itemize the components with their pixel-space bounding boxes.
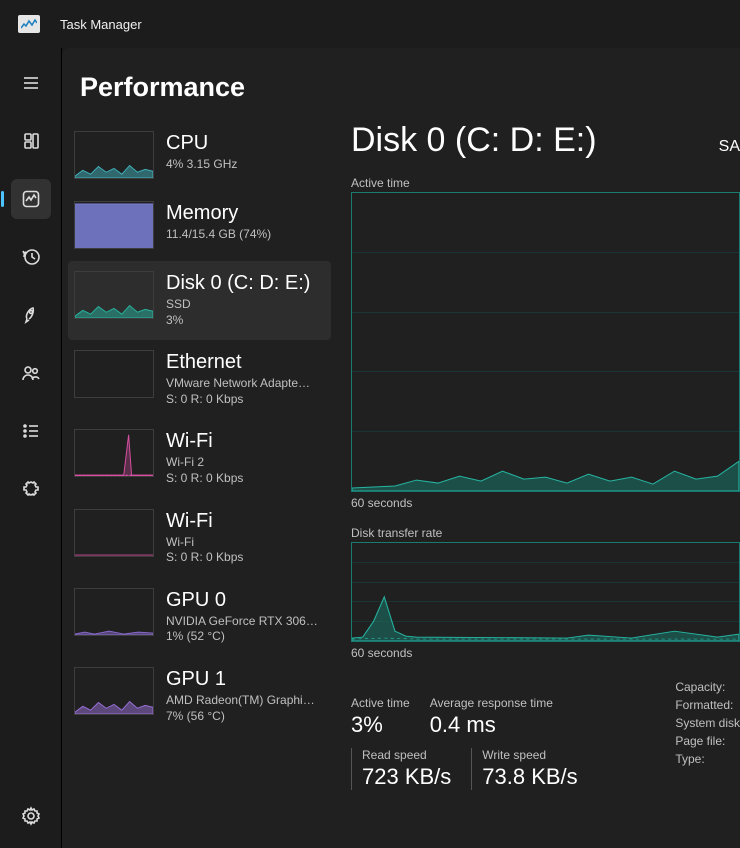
- hamburger-menu-button[interactable]: [11, 63, 51, 103]
- perf-item-sub2: S: 0 R: 0 Kbps: [166, 392, 310, 408]
- chart2-label: Disk transfer rate: [351, 526, 740, 540]
- metric-label: Write speed: [482, 748, 577, 762]
- mini-chart: [74, 588, 154, 636]
- detail-title: Disk 0 (C: D: E:): [351, 121, 597, 160]
- perf-item[interactable]: CPU 4% 3.15 GHz: [68, 121, 331, 191]
- metric: Average response time 0.4 ms: [430, 696, 553, 738]
- content-area: Performance CPU 4% 3.15 GHz Memory 11.4/…: [62, 48, 740, 848]
- detail-panel: Disk 0 (C: D: E:) SA Active time 60 seco…: [337, 121, 740, 848]
- perf-item-sub: AMD Radeon(TM) Graphi…: [166, 693, 315, 709]
- prop-label: Formatted:: [675, 698, 740, 712]
- perf-item[interactable]: Disk 0 (C: D: E:) SSD 3%: [68, 261, 331, 340]
- mini-chart: [74, 667, 154, 715]
- metric-value: 3%: [351, 712, 410, 738]
- perf-item-sub: 11.4/15.4 GB (74%): [166, 227, 271, 243]
- metric: Active time 3%: [351, 696, 410, 738]
- nav-services[interactable]: [11, 469, 51, 509]
- perf-item[interactable]: Wi-Fi Wi-Fi 2 S: 0 R: 0 Kbps: [68, 419, 331, 498]
- performance-sidebar: CPU 4% 3.15 GHz Memory 11.4/15.4 GB (74%…: [62, 121, 337, 848]
- prop-label: Type:: [675, 752, 740, 766]
- perf-item-title: CPU: [166, 131, 237, 155]
- metric-label: Average response time: [430, 696, 553, 710]
- settings-button[interactable]: [11, 796, 51, 836]
- perf-item[interactable]: Memory 11.4/15.4 GB (74%): [68, 191, 331, 261]
- nav-users[interactable]: [11, 353, 51, 393]
- perf-item-sub: VMware Network Adapte…: [166, 376, 310, 392]
- mini-chart: [74, 201, 154, 249]
- perf-item-sub2: S: 0 R: 0 Kbps: [166, 471, 243, 487]
- perf-item-title: Wi-Fi: [166, 509, 243, 533]
- titlebar: Task Manager: [0, 0, 740, 48]
- perf-item-title: Memory: [166, 201, 271, 225]
- mini-chart: [74, 131, 154, 179]
- metric-value: 73.8 KB/s: [482, 764, 577, 790]
- perf-item-title: Disk 0 (C: D: E:): [166, 271, 310, 295]
- metric-label: Active time: [351, 696, 410, 710]
- metric: Write speed 73.8 KB/s: [471, 748, 577, 790]
- disk-properties: Capacity: Formatted: System disk Page file:…: [675, 680, 740, 790]
- perf-item[interactable]: Ethernet VMware Network Adapte… S: 0 R: …: [68, 340, 331, 419]
- perf-item-sub: SSD: [166, 297, 310, 313]
- chart1-xlabel: 60 seconds: [351, 496, 740, 510]
- app-icon: [18, 15, 40, 33]
- perf-item[interactable]: GPU 0 NVIDIA GeForce RTX 306… 1% (52 °C): [68, 578, 331, 657]
- chart2-xlabel: 60 seconds: [351, 646, 740, 660]
- metric-label: Read speed: [362, 748, 451, 762]
- nav-app-history[interactable]: [11, 237, 51, 277]
- perf-item-sub: NVIDIA GeForce RTX 306…: [166, 614, 318, 630]
- perf-item[interactable]: Wi-Fi Wi-Fi S: 0 R: 0 Kbps: [68, 499, 331, 578]
- perf-item[interactable]: GPU 1 AMD Radeon(TM) Graphi… 7% (56 °C): [68, 657, 331, 736]
- mini-chart: [74, 429, 154, 477]
- perf-item-sub2: 7% (56 °C): [166, 709, 315, 725]
- nav-processes[interactable]: [11, 121, 51, 161]
- detail-model: SA: [719, 138, 740, 156]
- mini-chart: [74, 350, 154, 398]
- perf-item-title: GPU 0: [166, 588, 318, 612]
- active-time-chart: [351, 192, 740, 492]
- nav-details[interactable]: [11, 411, 51, 451]
- perf-item-title: Ethernet: [166, 350, 310, 374]
- perf-item-sub2: 1% (52 °C): [166, 629, 318, 645]
- perf-item-sub: 4% 3.15 GHz: [166, 157, 237, 173]
- prop-label: Page file:: [675, 734, 740, 748]
- perf-item-title: Wi-Fi: [166, 429, 243, 453]
- metric: Read speed 723 KB/s: [351, 748, 451, 790]
- metric-value: 0.4 ms: [430, 712, 553, 738]
- perf-item-sub: Wi-Fi 2: [166, 455, 243, 471]
- mini-chart: [74, 271, 154, 319]
- prop-label: System disk: [675, 716, 740, 730]
- metric-value: 723 KB/s: [362, 764, 451, 790]
- page-title: Performance: [62, 48, 740, 121]
- nav-rail: [0, 48, 62, 848]
- mini-chart: [74, 509, 154, 557]
- transfer-rate-chart: [351, 542, 740, 642]
- app-title: Task Manager: [60, 17, 142, 32]
- nav-startup[interactable]: [11, 295, 51, 335]
- perf-item-sub2: S: 0 R: 0 Kbps: [166, 550, 243, 566]
- prop-label: Capacity:: [675, 680, 740, 694]
- perf-item-sub2: 3%: [166, 313, 310, 329]
- perf-item-title: GPU 1: [166, 667, 315, 691]
- chart1-label: Active time: [351, 176, 740, 190]
- nav-performance[interactable]: [11, 179, 51, 219]
- body-area: Performance CPU 4% 3.15 GHz Memory 11.4/…: [0, 48, 740, 848]
- perf-item-sub: Wi-Fi: [166, 535, 243, 551]
